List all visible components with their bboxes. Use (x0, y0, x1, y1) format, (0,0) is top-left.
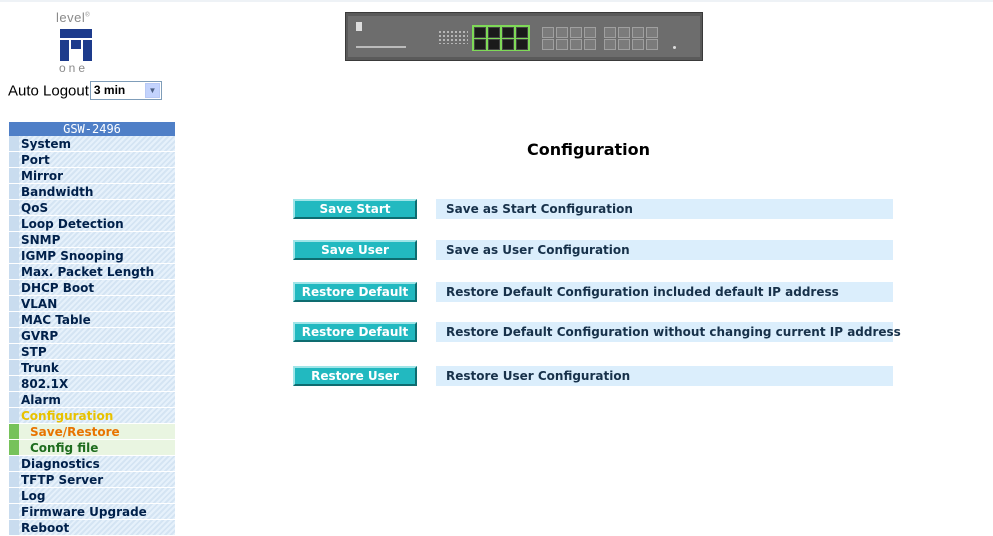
menu-item-igmp-snooping[interactable]: IGMP Snooping (9, 248, 175, 264)
menu-item-snmp[interactable]: SNMP (9, 232, 175, 248)
menu-item-marker (9, 440, 19, 455)
menu-item-marker (9, 424, 19, 439)
menu-item-qos[interactable]: QoS (9, 200, 175, 216)
restore-default-description: Restore Default Configuration included d… (436, 282, 893, 302)
save-user-description: Save as User Configuration (436, 240, 893, 260)
menu-item-label: Configuration (21, 409, 114, 423)
menu-item-label: Diagnostics (21, 457, 100, 471)
menu-item-label: Loop Detection (21, 217, 124, 231)
restore-default-keep-ip-description: Restore Default Configuration without ch… (436, 322, 901, 342)
menu-item-stp[interactable]: STP (9, 344, 175, 360)
restore-default-button[interactable]: Restore Default (293, 282, 417, 302)
menu-item-trunk[interactable]: Trunk (9, 360, 175, 376)
menu-item-marker (9, 216, 19, 231)
menu-item-loop-detection[interactable]: Loop Detection (9, 216, 175, 232)
menu-item-marker (9, 504, 19, 519)
auto-logout: Auto Logout 3 min ▼ (8, 81, 162, 101)
menu-item-marker (9, 328, 19, 343)
menu-header: GSW-2496 (9, 122, 175, 136)
menu-item-marker (9, 248, 19, 263)
side-menu: GSW-2496 System Port Mirror Bandwidth QoS Loo… (9, 122, 175, 536)
page-title-wrap: Configuration (0, 140, 993, 159)
menu-item-label: SNMP (21, 233, 61, 247)
menu-item-marker (9, 472, 19, 487)
menu-item-marker (9, 184, 19, 199)
menu-item-label: Log (21, 489, 46, 503)
menu-item-marker (9, 344, 19, 359)
logo-mark (60, 29, 92, 61)
menu-item-diagnostics[interactable]: Diagnostics (9, 456, 175, 472)
menu-item-marker (9, 408, 19, 423)
menu-item-label: QoS (21, 201, 49, 215)
auto-logout-label: Auto Logout (8, 82, 89, 100)
menu-item-marker (9, 312, 19, 327)
menu-item-configuration[interactable]: Configuration (9, 408, 175, 424)
menu-item-tftp-server[interactable]: TFTP Server (9, 472, 175, 488)
menu-item-label: Trunk (21, 361, 59, 375)
menu-item-marker (9, 200, 19, 215)
menu-item-config-file[interactable]: Config file (9, 440, 175, 456)
menu-item-reboot[interactable]: Reboot (9, 520, 175, 536)
menu-item-vlan[interactable]: VLAN (9, 296, 175, 312)
page-title: Configuration (526, 140, 651, 159)
top-border (0, 0, 993, 2)
menu-item-label: Bandwidth (21, 185, 94, 199)
restore-user-description: Restore User Configuration (436, 366, 893, 386)
menu-item-label: Firmware Upgrade (21, 505, 147, 519)
chevron-down-icon[interactable]: ▼ (144, 83, 160, 98)
menu-item-802-1x[interactable]: 802.1X (9, 376, 175, 392)
menu-item-marker (9, 456, 19, 471)
levelone-logo: level® one (52, 10, 102, 78)
menu-item-label: VLAN (21, 297, 58, 311)
restore-default-keep-ip-button[interactable]: Restore Default (293, 322, 417, 342)
menu-item-label: DHCP Boot (21, 281, 95, 295)
menu-item-alarm[interactable]: Alarm (9, 392, 175, 408)
menu-item-marker (9, 392, 19, 407)
menu-item-log[interactable]: Log (9, 488, 175, 504)
menu-item-label: MAC Table (21, 313, 91, 327)
menu-item-label: Config file (30, 441, 99, 455)
menu-item-marker (9, 280, 19, 295)
menu-item-dhcp-boot[interactable]: DHCP Boot (9, 280, 175, 296)
menu-item-label: GVRP (21, 329, 59, 343)
menu-item-bandwidth[interactable]: Bandwidth (9, 184, 175, 200)
menu-item-marker (9, 296, 19, 311)
menu-item-save-restore[interactable]: Save/Restore (9, 424, 175, 440)
menu-item-label: TFTP Server (21, 473, 104, 487)
menu-item-marker (9, 264, 19, 279)
menu-item-gvrp[interactable]: GVRP (9, 328, 175, 344)
menu-item-marker (9, 232, 19, 247)
menu-item-firmware-upgrade[interactable]: Firmware Upgrade (9, 504, 175, 520)
restore-user-button[interactable]: Restore User (293, 366, 417, 386)
menu-item-mirror[interactable]: Mirror (9, 168, 175, 184)
logo-top-text: level® (56, 10, 91, 25)
menu-item-label: STP (21, 345, 47, 359)
logo-bottom-text: one (59, 61, 89, 75)
menu-item-marker (9, 360, 19, 375)
menu-item-marker (9, 520, 19, 535)
panel-face (348, 16, 700, 57)
auto-logout-select[interactable]: 3 min ▼ (89, 81, 162, 100)
menu-item-label: IGMP Snooping (21, 249, 124, 263)
switch-front-panel-image (345, 12, 703, 61)
menu-item-label: Mirror (21, 169, 64, 183)
menu-item-label: 802.1X (21, 377, 69, 391)
menu-item-mac-table[interactable]: MAC Table (9, 312, 175, 328)
menu-item-label: Max. Packet Length (21, 265, 155, 279)
auto-logout-value: 3 min (93, 83, 126, 97)
menu-item-label: Alarm (21, 393, 61, 407)
menu-item-label: Save/Restore (30, 425, 120, 439)
menu-item-max-packet-length[interactable]: Max. Packet Length (9, 264, 175, 280)
save-start-description: Save as Start Configuration (436, 199, 893, 219)
save-start-button[interactable]: Save Start (293, 199, 417, 219)
save-user-button[interactable]: Save User (293, 240, 417, 260)
menu-item-marker (9, 376, 19, 391)
menu-item-marker (9, 168, 19, 183)
menu-item-marker (9, 488, 19, 503)
menu-item-label: Reboot (21, 521, 70, 535)
